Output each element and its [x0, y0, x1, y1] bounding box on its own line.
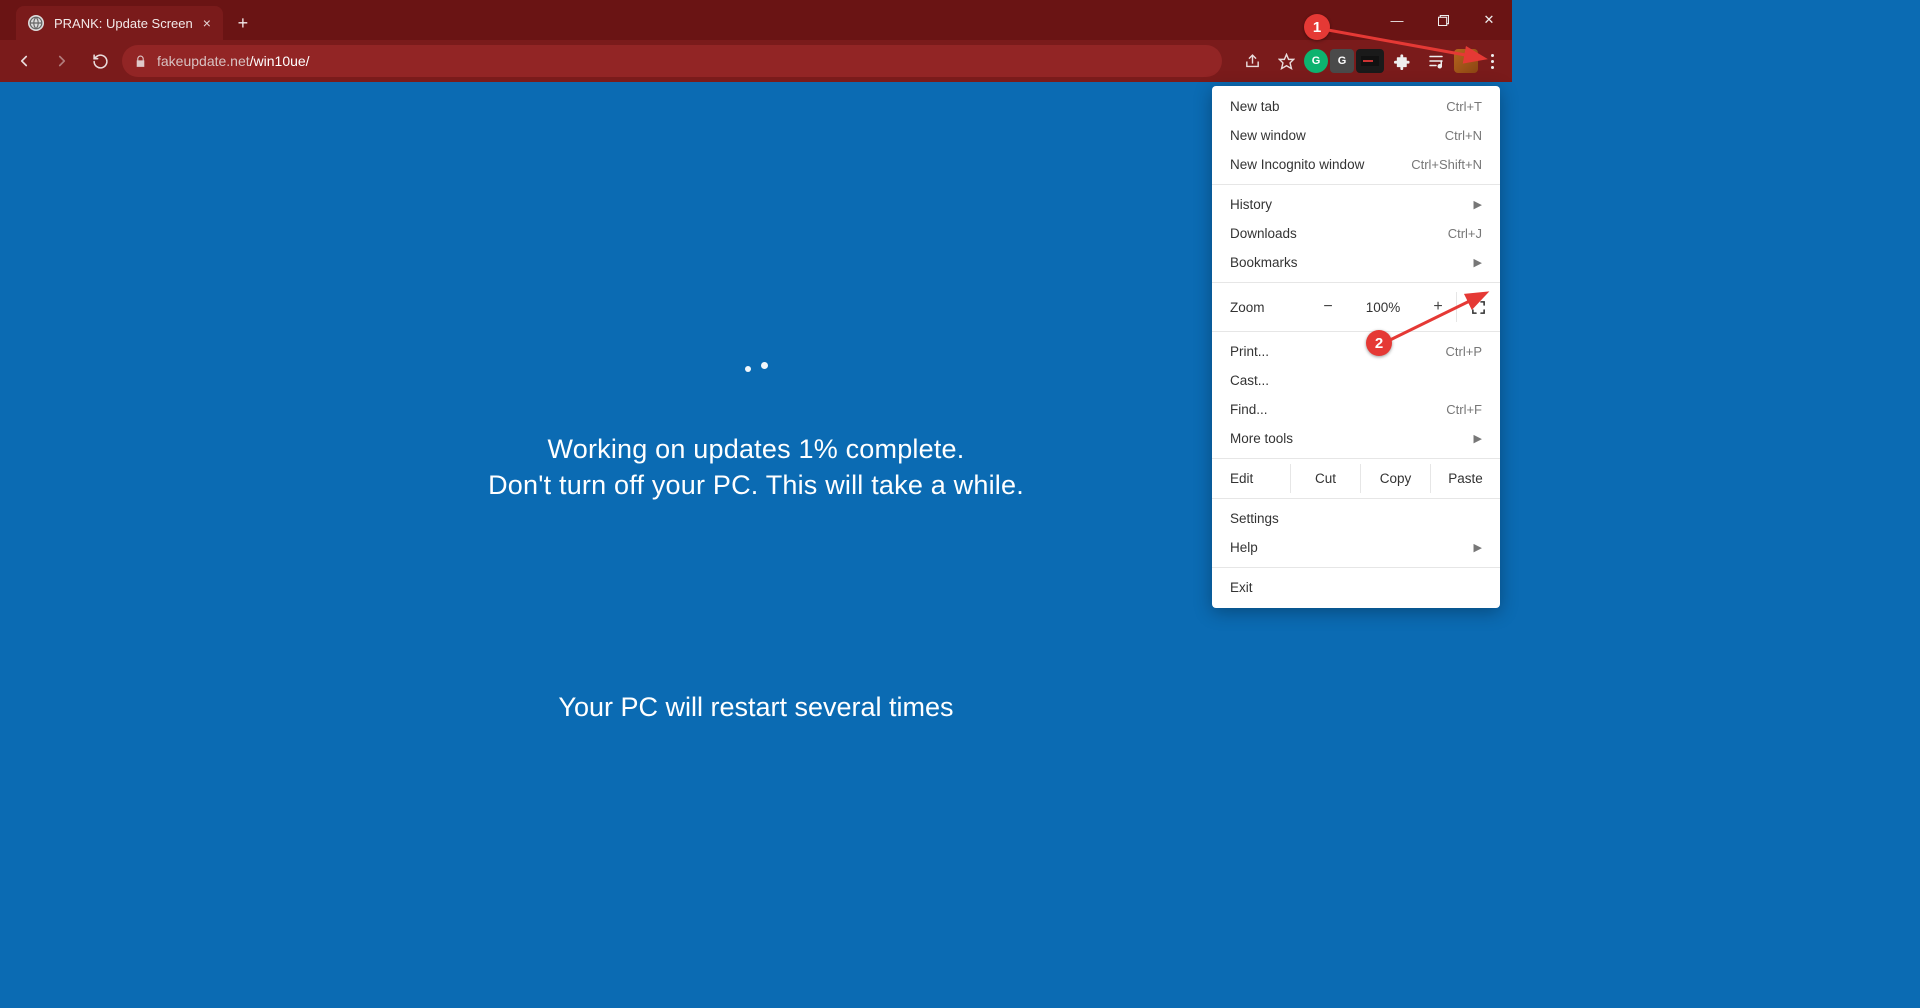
browser-chrome: PRANK: Update Screen × + — ✕ fakeupdate.… — [0, 0, 1512, 82]
menu-print[interactable]: Print... Ctrl+P — [1212, 337, 1500, 366]
menu-new-window[interactable]: New window Ctrl+N — [1212, 121, 1500, 150]
edit-paste-button[interactable]: Paste — [1430, 464, 1500, 493]
toolbar: fakeupdate.net/win10ue/ G G — [0, 40, 1512, 82]
menu-downloads[interactable]: Downloads Ctrl+J — [1212, 219, 1500, 248]
menu-label: Settings — [1230, 511, 1279, 526]
active-tab[interactable]: PRANK: Update Screen × — [16, 6, 223, 40]
menu-label: New Incognito window — [1230, 157, 1364, 172]
menu-exit[interactable]: Exit — [1212, 573, 1500, 602]
chevron-right-icon: ▶ — [1474, 432, 1482, 445]
tab-close-icon[interactable]: × — [203, 15, 211, 31]
extensions-puzzle-icon[interactable] — [1386, 45, 1418, 77]
menu-label: Exit — [1230, 580, 1253, 595]
menu-zoom-row: Zoom − 100% + — [1212, 288, 1500, 326]
menu-new-tab[interactable]: New tab Ctrl+T — [1212, 92, 1500, 121]
zoom-value: 100% — [1361, 300, 1405, 315]
window-controls: — ✕ — [1374, 0, 1512, 40]
menu-label: More tools — [1230, 431, 1293, 446]
chrome-menu-button[interactable] — [1480, 49, 1504, 73]
zoom-label: Zoom — [1230, 300, 1310, 315]
fullscreen-button[interactable] — [1456, 292, 1500, 322]
annotation-callout-1: 1 — [1304, 14, 1330, 40]
menu-find[interactable]: Find... Ctrl+F — [1212, 395, 1500, 424]
url-host: fakeupdate.net — [157, 53, 250, 69]
menu-shortcut: Ctrl+T — [1446, 99, 1482, 114]
lock-icon — [134, 55, 147, 68]
zoom-in-button[interactable]: + — [1423, 298, 1453, 316]
menu-more-tools[interactable]: More tools ▶ — [1212, 424, 1500, 453]
edit-label: Edit — [1212, 464, 1290, 493]
maximize-button[interactable] — [1420, 0, 1466, 40]
menu-edit-row: Edit Cut Copy Paste — [1212, 464, 1500, 493]
extension-unknown[interactable] — [1356, 49, 1384, 73]
menu-history[interactable]: History ▶ — [1212, 190, 1500, 219]
menu-new-incognito[interactable]: New Incognito window Ctrl+Shift+N — [1212, 150, 1500, 179]
chevron-right-icon: ▶ — [1474, 541, 1482, 554]
menu-label: New window — [1230, 128, 1306, 143]
media-control-icon[interactable] — [1420, 45, 1452, 77]
menu-shortcut: Ctrl+Shift+N — [1411, 157, 1482, 172]
extension-google[interactable]: G — [1330, 49, 1354, 73]
menu-shortcut: Ctrl+N — [1445, 128, 1482, 143]
menu-label: Bookmarks — [1230, 255, 1298, 270]
globe-icon — [28, 15, 44, 31]
menu-shortcut: Ctrl+F — [1446, 402, 1482, 417]
edit-copy-button[interactable]: Copy — [1360, 464, 1430, 493]
close-window-button[interactable]: ✕ — [1466, 0, 1512, 40]
menu-bookmarks[interactable]: Bookmarks ▶ — [1212, 248, 1500, 277]
zoom-out-button[interactable]: − — [1313, 298, 1343, 316]
annotation-callout-2: 2 — [1366, 330, 1392, 356]
menu-cast[interactable]: Cast... — [1212, 366, 1500, 395]
menu-shortcut: Ctrl+J — [1448, 226, 1482, 241]
menu-label: New tab — [1230, 99, 1280, 114]
address-bar[interactable]: fakeupdate.net/win10ue/ — [122, 45, 1222, 77]
tab-strip: PRANK: Update Screen × + — [0, 0, 1512, 40]
menu-label: Help — [1230, 540, 1258, 555]
edit-cut-button[interactable]: Cut — [1290, 464, 1360, 493]
menu-separator — [1212, 458, 1500, 459]
menu-label: Cast... — [1230, 373, 1269, 388]
toolbar-right-icons: G G — [1236, 45, 1504, 77]
reload-button[interactable] — [84, 45, 116, 77]
menu-separator — [1212, 498, 1500, 499]
menu-shortcut: Ctrl+P — [1446, 344, 1482, 359]
bookmark-star-icon[interactable] — [1270, 45, 1302, 77]
chevron-right-icon: ▶ — [1474, 198, 1482, 211]
profile-avatar[interactable] — [1454, 49, 1478, 73]
menu-label: Find... — [1230, 402, 1268, 417]
menu-label: Downloads — [1230, 226, 1297, 241]
minimize-button[interactable]: — — [1374, 0, 1420, 40]
menu-settings[interactable]: Settings — [1212, 504, 1500, 533]
url-path: /win10ue/ — [250, 53, 310, 69]
extension-grammarly[interactable]: G — [1304, 49, 1328, 73]
chevron-right-icon: ▶ — [1474, 256, 1482, 269]
menu-separator — [1212, 184, 1500, 185]
menu-label: Print... — [1230, 344, 1269, 359]
menu-separator — [1212, 567, 1500, 568]
menu-separator — [1212, 331, 1500, 332]
menu-help[interactable]: Help ▶ — [1212, 533, 1500, 562]
chrome-menu: New tab Ctrl+T New window Ctrl+N New Inc… — [1212, 86, 1500, 608]
forward-button[interactable] — [46, 45, 78, 77]
share-icon[interactable] — [1236, 45, 1268, 77]
menu-separator — [1212, 282, 1500, 283]
restart-notice: Your PC will restart several times — [0, 692, 1512, 723]
menu-label: History — [1230, 197, 1272, 212]
tab-title: PRANK: Update Screen — [54, 16, 193, 31]
new-tab-button[interactable]: + — [229, 9, 257, 37]
back-button[interactable] — [8, 45, 40, 77]
